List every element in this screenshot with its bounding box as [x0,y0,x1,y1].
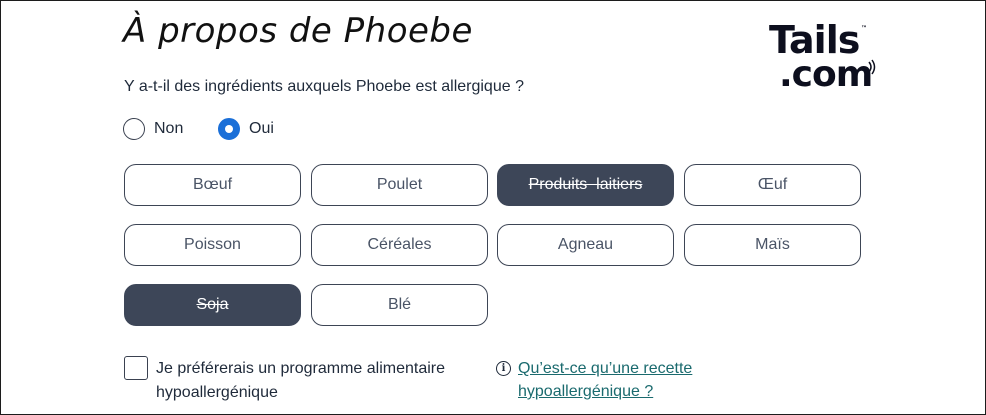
ingredient-chip-cereales[interactable]: Céréales [311,224,488,266]
logo-trademark: ™ [861,25,867,32]
radio-label: Non [154,120,184,137]
hypoallergenic-label: Je préférerais un programme alimentaire … [156,360,446,401]
ingredient-chip-soja[interactable]: Soja [124,284,301,326]
radio-circle [218,118,240,140]
tails-logo[interactable]: Tails ™ .com [769,21,879,97]
logo-text-line2: .com [779,54,873,95]
page-title: À propos de Phoebe [123,11,473,51]
ingredient-chip-produits-laitiers[interactable]: Produits laitiers [497,164,674,206]
radio-non[interactable]: Non [123,118,183,140]
hypoallergenic-info-link[interactable]: Qu’est-ce qu’une recette hypoallergéniqu… [518,357,738,403]
info-icon: i [496,361,511,376]
ingredient-chip-boeuf[interactable]: Bœuf [124,164,301,206]
ingredient-chip-poulet[interactable]: Poulet [311,164,488,206]
radio-circle [123,118,145,140]
hypoallergenic-checkbox[interactable] [124,356,148,380]
ingredient-chip-agneau[interactable]: Agneau [497,224,674,266]
ingredient-chip-mais[interactable]: Maïs [684,224,861,266]
ingredient-chip-poisson[interactable]: Poisson [124,224,301,266]
ingredient-chip-oeuf[interactable]: Œuf [684,164,861,206]
ingredient-chip-ble[interactable]: Blé [311,284,488,326]
page-frame: À propos de Phoebe Tails ™ .com Y a-t-il… [0,0,986,415]
radio-label: Oui [249,120,274,137]
allergy-question: Y a-t-il des ingrédients auxquels Phoebe… [124,78,524,95]
radio-oui[interactable]: Oui [218,118,274,140]
logo-wave-icon [868,59,876,75]
